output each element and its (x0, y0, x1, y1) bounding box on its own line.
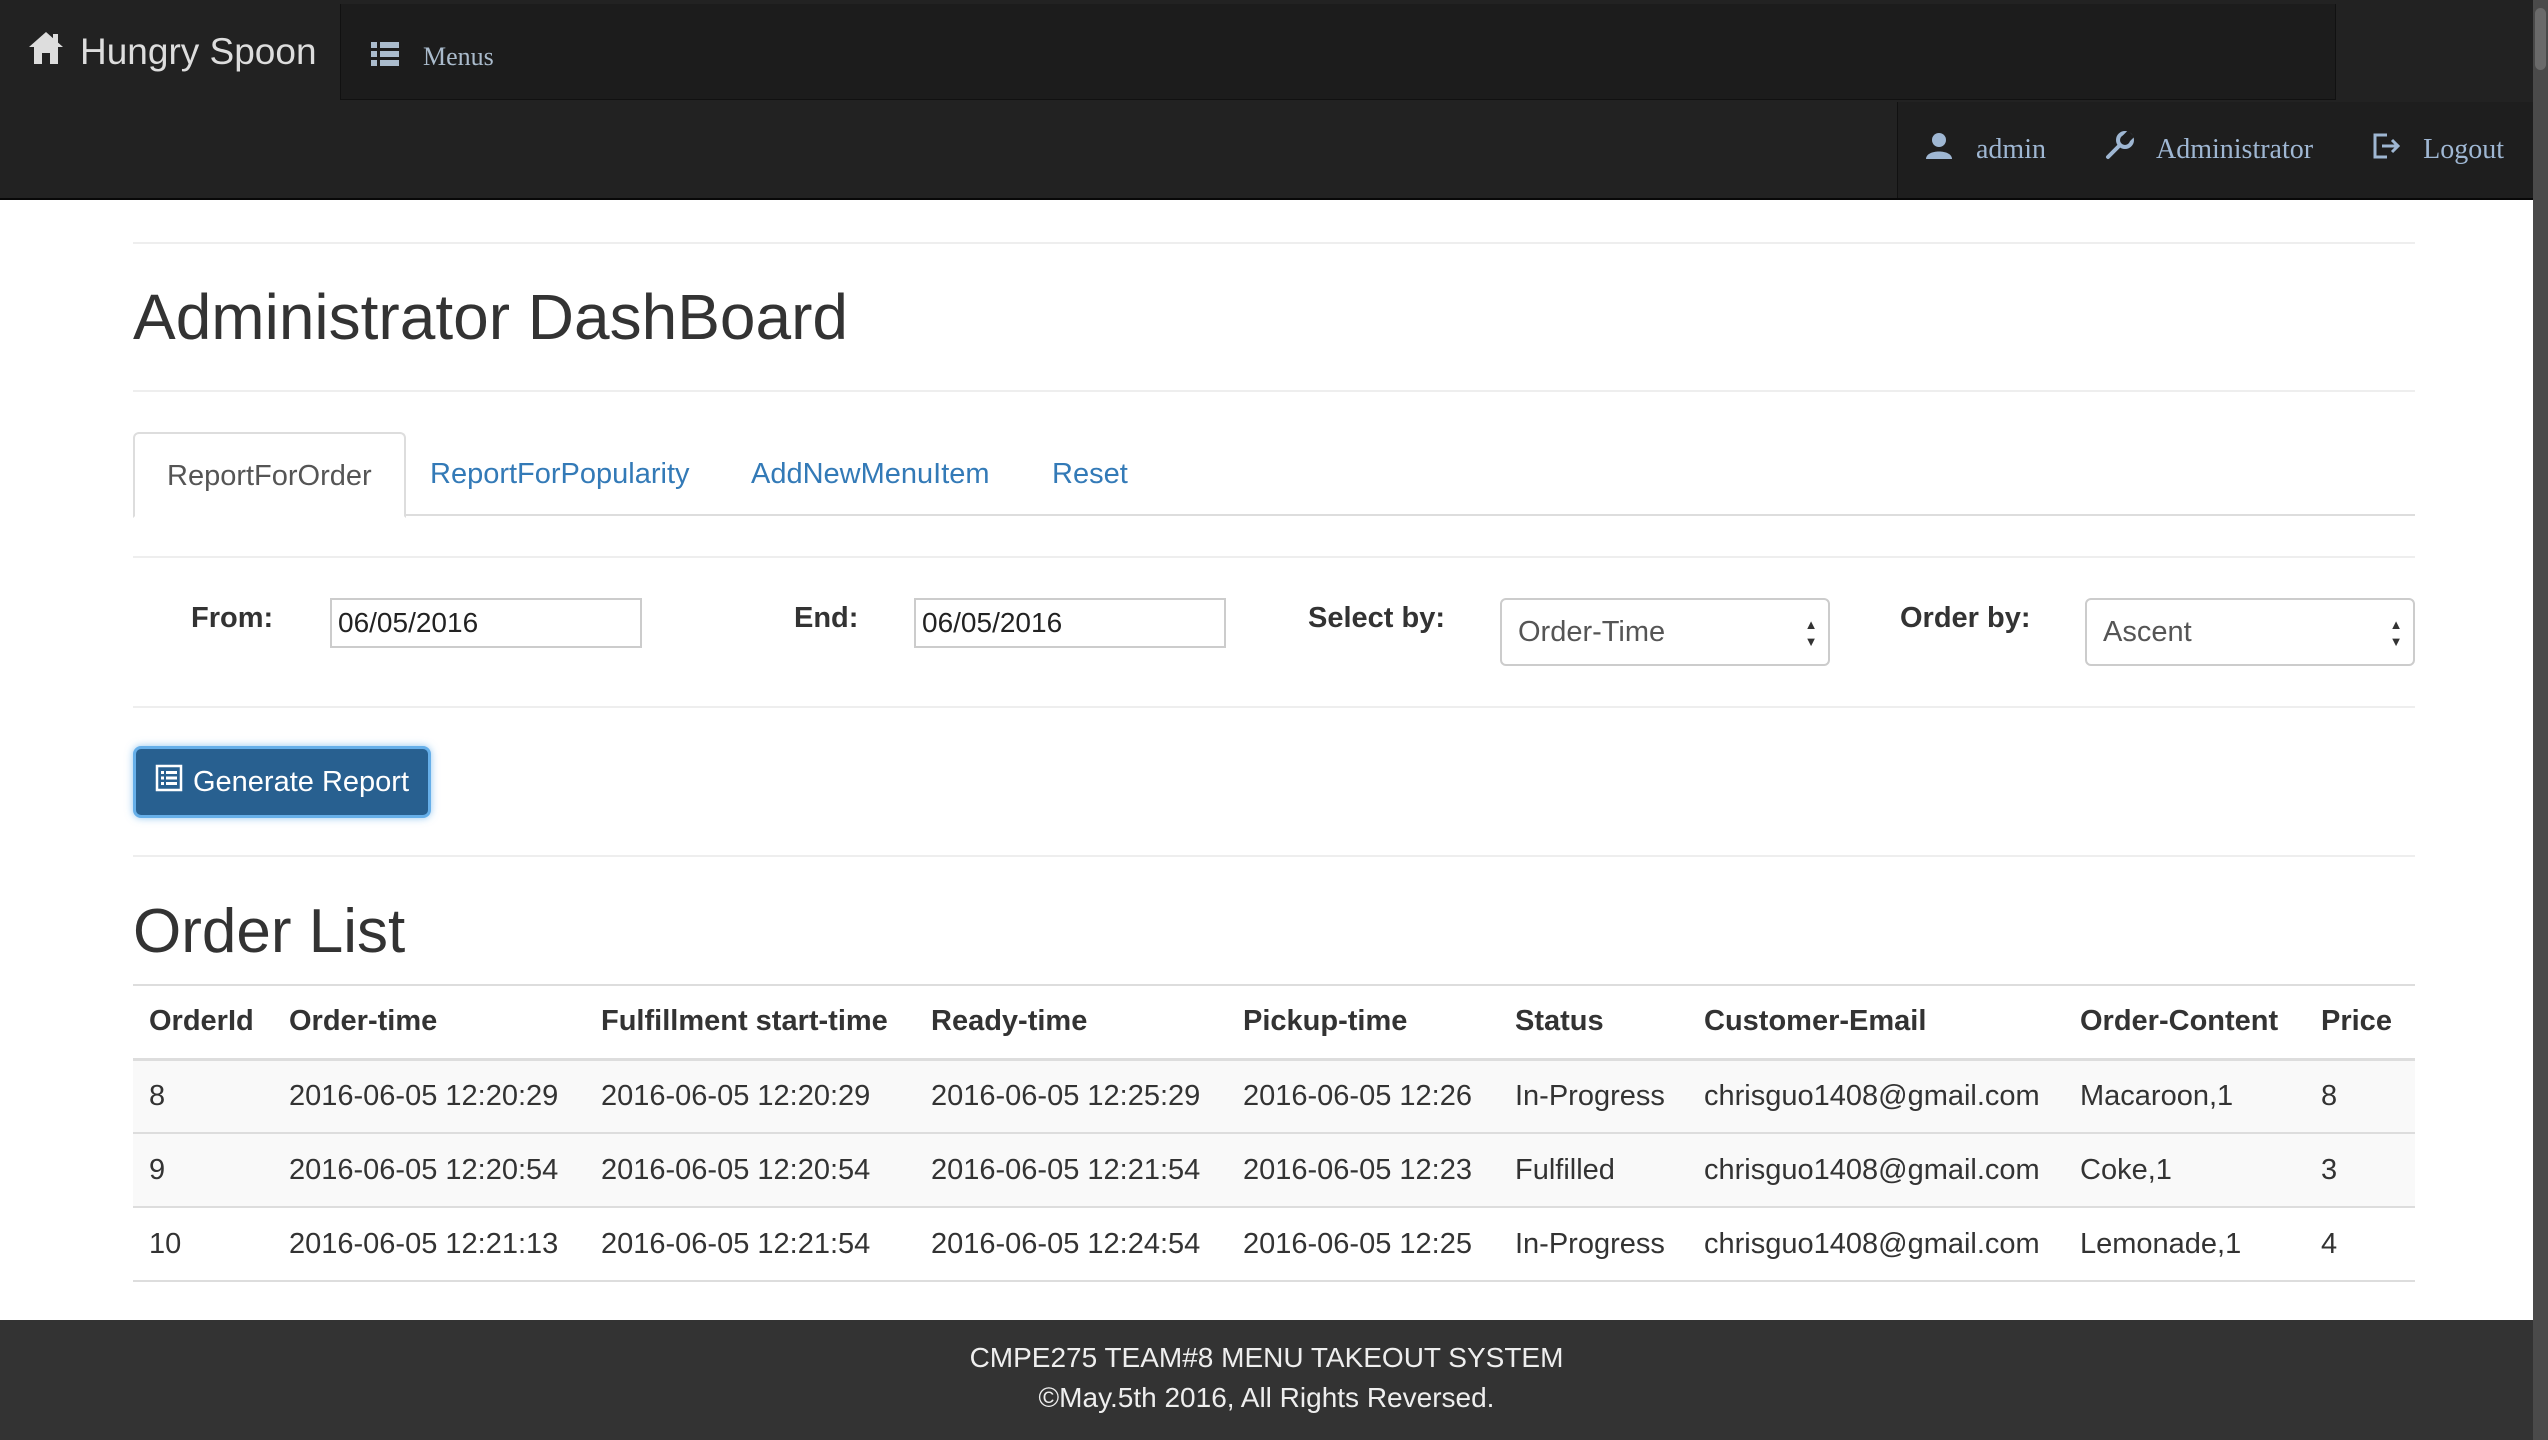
table-cell: Macaroon,1 (2064, 1059, 2305, 1134)
order-by-value: Ascent (2103, 615, 2192, 648)
table-cell: 10 (133, 1207, 273, 1282)
user-nav: admin Administrator Logout (1897, 102, 2533, 198)
column-header: Status (1499, 984, 1688, 1061)
table-cell: 3 (2305, 1133, 2415, 1208)
order-by-dropdown[interactable]: Ascent ▲ ▼ (2085, 598, 2415, 666)
select-by-label: Select by: (1308, 602, 1445, 634)
table-cell: 2016-06-05 12:26 (1227, 1059, 1499, 1134)
from-date-input[interactable]: 06/05/2016 (330, 598, 642, 648)
menus-link[interactable]: Menus (371, 32, 494, 82)
divider (133, 390, 2415, 392)
divider (133, 242, 2415, 244)
table-cell: 2016-06-05 12:20:54 (273, 1133, 585, 1208)
table-cell: Fulfilled (1499, 1133, 1688, 1208)
table-cell: 2016-06-05 12:20:29 (585, 1059, 915, 1134)
logout-label: Logout (2423, 134, 2504, 165)
tab-report-for-popularity[interactable]: ReportForPopularity (398, 432, 722, 516)
table-row: 10 2016-06-05 12:21:13 2016-06-05 12:21:… (133, 1207, 2415, 1282)
generate-report-label: Generate Report (192, 765, 409, 798)
tab-reset[interactable]: Reset (1020, 432, 1160, 516)
select-arrows-icon: ▲ ▼ (1804, 617, 1818, 649)
table-row: 9 2016-06-05 12:20:54 2016-06-05 12:20:5… (133, 1133, 2415, 1208)
role-label: Administrator (2156, 134, 2314, 165)
order-table: OrderId Order-time Fulfillment start-tim… (133, 984, 2415, 1282)
column-header: Fulfillment start-time (585, 984, 915, 1061)
table-row: 8 2016-06-05 12:20:29 2016-06-05 12:20:2… (133, 1059, 2415, 1134)
end-date-input[interactable]: 06/05/2016 (914, 598, 1226, 648)
generate-report-button[interactable]: Generate Report (133, 746, 431, 818)
table-cell: 2016-06-05 12:20:29 (273, 1059, 585, 1134)
home-icon (26, 28, 66, 77)
select-arrows-icon: ▲ ▼ (2389, 617, 2403, 649)
user-link[interactable]: admin (1924, 131, 2046, 169)
select-by-dropdown[interactable]: Order-Time ▲ ▼ (1500, 598, 1830, 666)
table-cell: 9 (133, 1133, 273, 1208)
table-cell: 2016-06-05 12:20:54 (585, 1133, 915, 1208)
column-header: Price (2305, 984, 2415, 1061)
table-cell: chrisguo1408@gmail.com (1688, 1059, 2064, 1134)
order-by-label: Order by: (1900, 602, 2031, 634)
table-cell: In-Progress (1499, 1059, 1688, 1134)
table-cell: 8 (133, 1059, 273, 1134)
logout-link[interactable]: Logout (2371, 131, 2504, 169)
from-label: From: (191, 602, 274, 634)
top-navbar: Hungry Spoon Menus admin Administrator L… (0, 0, 2533, 200)
page-title: Administrator DashBoard (133, 281, 848, 353)
table-cell: 2016-06-05 12:24:54 (915, 1207, 1227, 1282)
footer-copyright: ©May.5th 2016, All Rights Reversed. (1038, 1382, 1495, 1413)
column-header: Order-Content (2064, 984, 2305, 1061)
divider (133, 855, 2415, 857)
table-cell: 2016-06-05 12:23 (1227, 1133, 1499, 1208)
divider (133, 556, 2415, 558)
list-alt-icon (155, 764, 183, 800)
tab-add-new-menu-item[interactable]: AddNewMenuItem (719, 432, 1022, 516)
administrator-link[interactable]: Administrator (2104, 130, 2314, 169)
column-header: Customer-Email (1688, 984, 2064, 1061)
tab-report-for-order[interactable]: ReportForOrder (133, 432, 406, 518)
table-header-row: OrderId Order-time Fulfillment start-tim… (133, 984, 2415, 1061)
table-cell: Lemonade,1 (2064, 1207, 2305, 1282)
dashboard-tabs: ReportForOrder ReportForPopularity AddNe… (133, 432, 2415, 518)
column-header: OrderId (133, 984, 273, 1061)
end-label: End: (794, 602, 859, 634)
table-cell: 2016-06-05 12:21:13 (273, 1207, 585, 1282)
scrollbar[interactable] (2533, 0, 2548, 1440)
user-name: admin (1976, 134, 2046, 165)
brand-link[interactable]: Hungry Spoon (26, 22, 317, 82)
column-header: Ready-time (915, 984, 1227, 1061)
footer-title: CMPE275 TEAM#8 MENU TAKEOUT SYSTEM (969, 1342, 1564, 1373)
table-cell: chrisguo1408@gmail.com (1688, 1133, 2064, 1208)
menus-label: Menus (423, 42, 494, 71)
user-icon (1924, 131, 1954, 169)
brand-name: Hungry Spoon (80, 31, 317, 72)
table-cell: 8 (2305, 1059, 2415, 1134)
table-cell: 2016-06-05 12:25:29 (915, 1059, 1227, 1134)
footer: CMPE275 TEAM#8 MENU TAKEOUT SYSTEM ©May.… (0, 1320, 2533, 1440)
column-header: Order-time (273, 984, 585, 1061)
table-cell: 2016-06-05 12:21:54 (585, 1207, 915, 1282)
wrench-icon (2104, 130, 2135, 169)
list-icon (371, 40, 399, 75)
column-header: Pickup-time (1227, 984, 1499, 1061)
table-cell: Coke,1 (2064, 1133, 2305, 1208)
table-cell: In-Progress (1499, 1207, 1688, 1282)
menus-nav: Menus (340, 4, 2336, 100)
table-cell: 2016-06-05 12:21:54 (915, 1133, 1227, 1208)
select-by-value: Order-Time (1518, 615, 1666, 648)
table-cell: 2016-06-05 12:25 (1227, 1207, 1499, 1282)
scroll-thumb[interactable] (2535, 8, 2546, 70)
divider (133, 706, 2415, 708)
order-list-title: Order List (133, 897, 406, 966)
table-cell: 4 (2305, 1207, 2415, 1282)
logout-icon (2371, 131, 2401, 169)
table-cell: chrisguo1408@gmail.com (1688, 1207, 2064, 1282)
